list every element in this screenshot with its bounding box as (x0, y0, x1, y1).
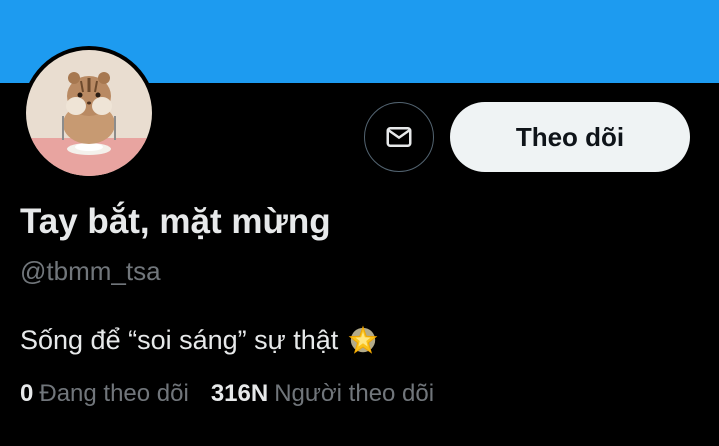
following-link[interactable]: 0 Đang theo dõi (20, 376, 189, 412)
bio-text: Sống để “soi sáng” sự thật (20, 325, 339, 355)
following-count: 0 (20, 380, 34, 407)
avatar[interactable] (22, 46, 156, 180)
follow-button[interactable]: Theo dõi (450, 102, 690, 172)
followers-link[interactable]: 316N Người theo dõi (211, 376, 434, 412)
avatar-image (26, 50, 152, 176)
message-button[interactable] (364, 102, 434, 172)
envelope-icon (386, 127, 412, 147)
display-name: Tay bắt, mặt mừng (20, 202, 331, 241)
profile-stats: 0 Đang theo dõi 316N Người theo dõi (20, 376, 434, 412)
user-handle: @tbmm_tsa (20, 256, 161, 286)
profile-page: Theo dõi Tay bắt, mặt mừng @tbmm_tsa Sốn… (0, 0, 719, 446)
bio: Sống để “soi sáng” sự thật (20, 321, 378, 359)
followers-label: Người theo dõi (274, 380, 435, 407)
glowing-star-icon (348, 325, 378, 354)
following-label: Đang theo dõi (39, 380, 189, 407)
followers-count: 316N (210, 380, 269, 407)
